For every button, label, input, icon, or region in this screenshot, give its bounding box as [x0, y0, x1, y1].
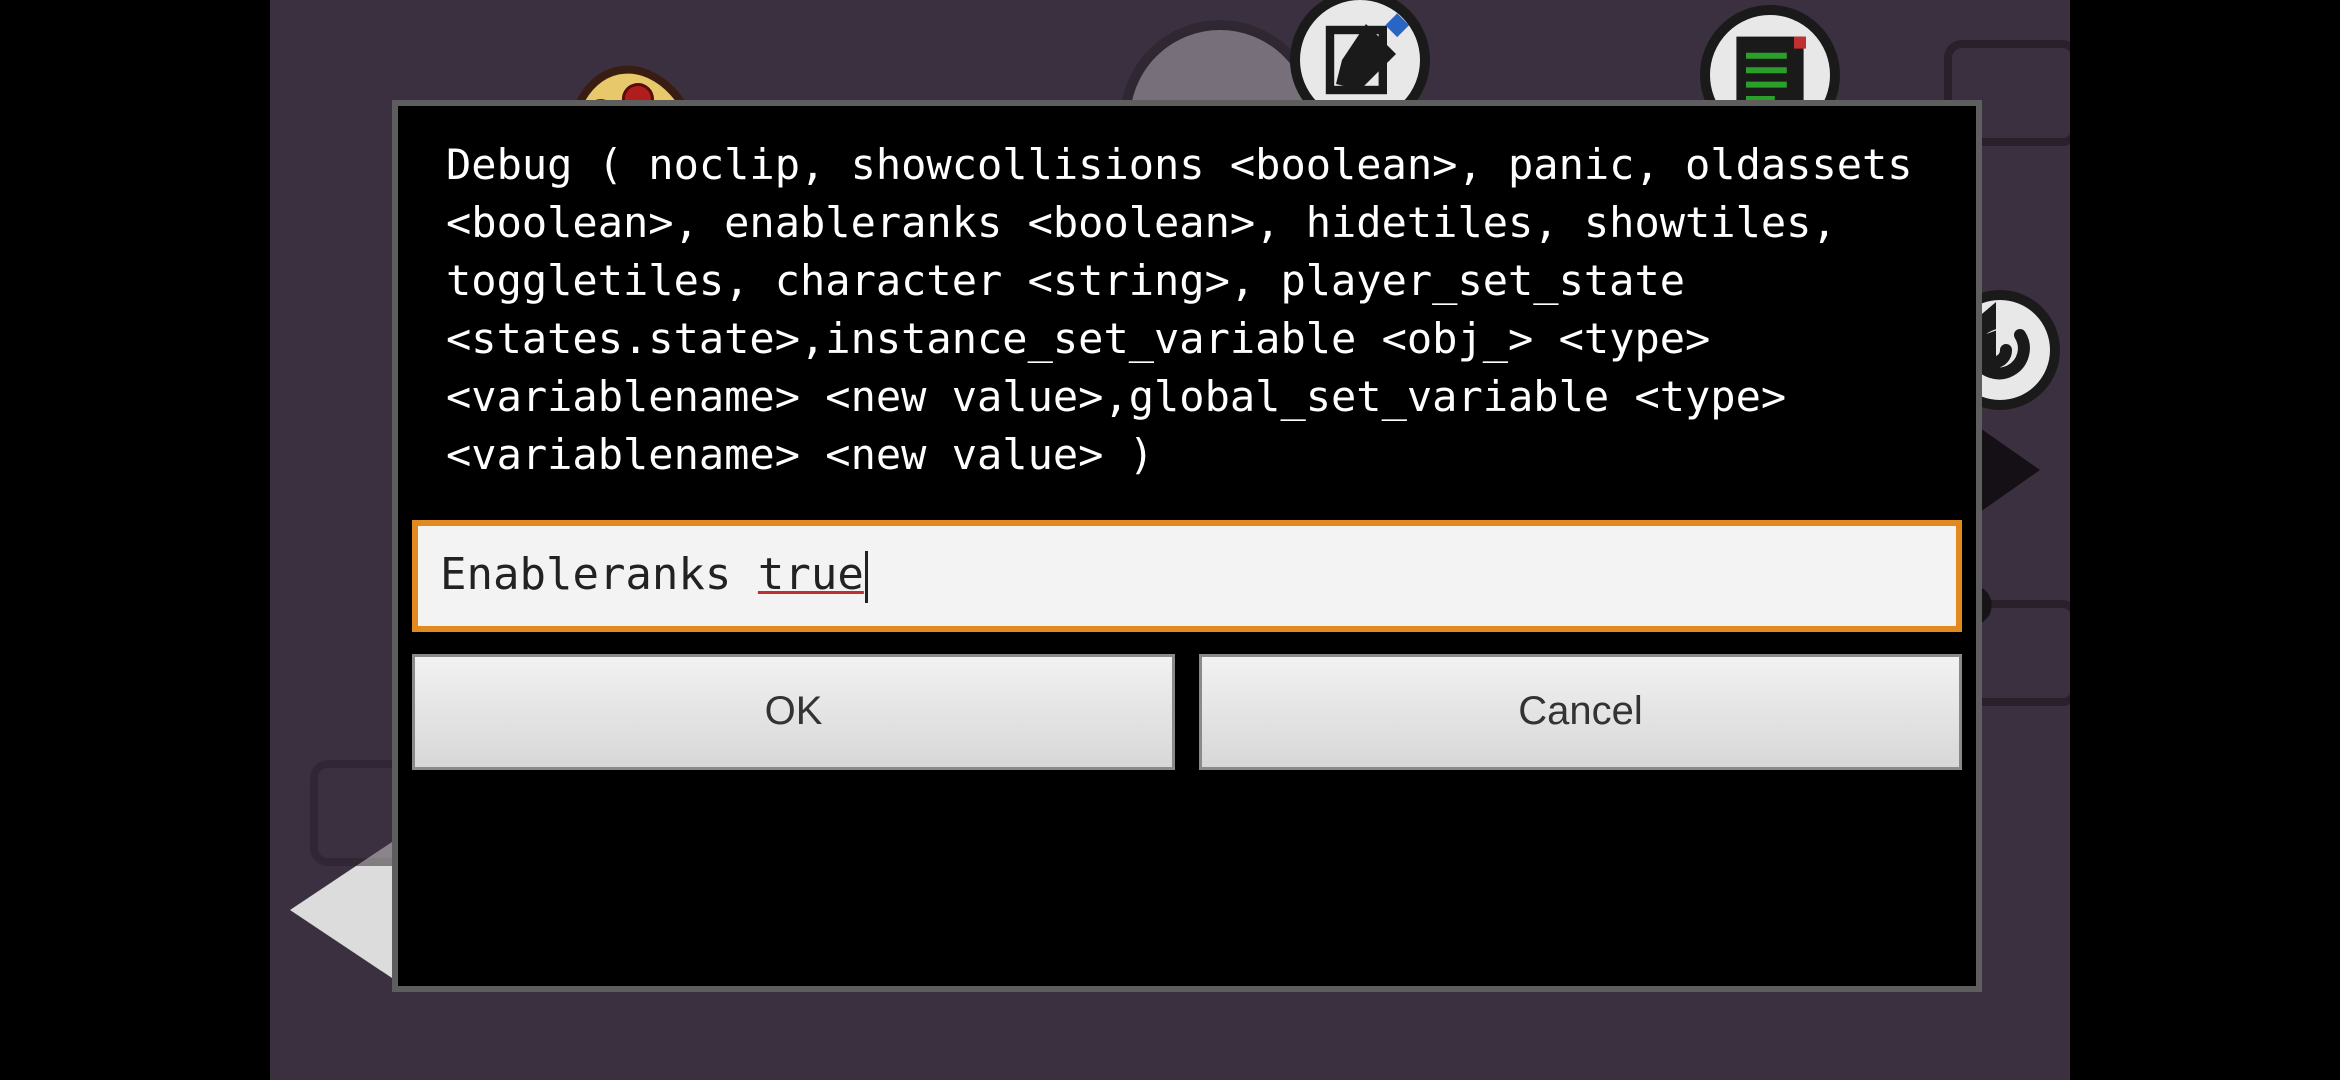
dialog-button-bar: OK Cancel [412, 654, 1962, 770]
input-text-plain: Enableranks [440, 549, 758, 600]
dialog-message: Debug ( noclip, showcollisions <boolean>… [398, 106, 1976, 494]
cancel-button[interactable]: Cancel [1199, 654, 1962, 770]
debug-dialog: Debug ( noclip, showcollisions <boolean>… [392, 100, 1982, 992]
command-input[interactable]: Enableranks true [440, 549, 1934, 603]
command-input-wrap[interactable]: Enableranks true [412, 520, 1962, 632]
text-caret [865, 551, 868, 603]
pillarbox-left [0, 0, 270, 1080]
pillarbox-right [2070, 0, 2340, 1080]
stage: EG Z PAUSE MENU Controls) WORLD #1 1. [0, 0, 2340, 1080]
input-text-underlined: true [758, 549, 864, 600]
ok-button[interactable]: OK [412, 654, 1175, 770]
